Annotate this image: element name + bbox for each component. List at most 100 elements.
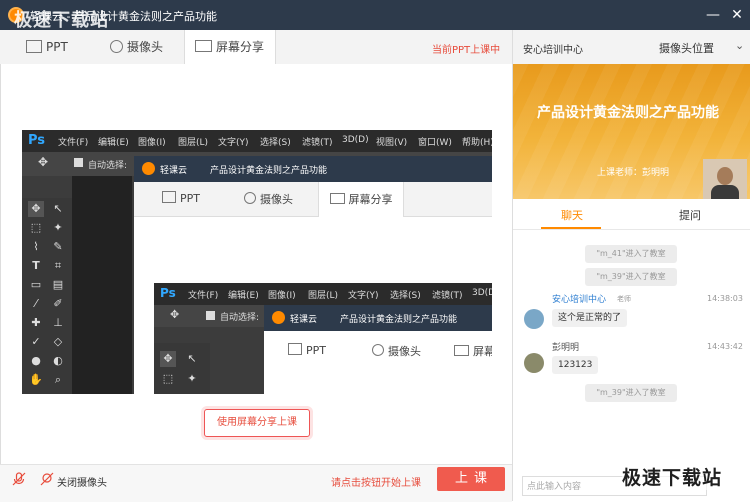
avatar: [524, 309, 544, 329]
lasso-icon: ⌇: [33, 240, 39, 253]
ps-menu: 滤镜(T): [432, 291, 463, 301]
ps-menu: 窗口(W): [418, 138, 452, 148]
auto-select-checkbox: [74, 158, 83, 167]
start-hint: 请点击按钮开始上课: [331, 478, 421, 489]
stamp-icon: ⊥: [53, 316, 63, 329]
close-camera-label[interactable]: 关闭摄像头: [57, 474, 107, 489]
ps-menu: 帮助(H): [462, 138, 492, 148]
monitor-icon: [454, 345, 469, 356]
pen-icon: ✎: [53, 240, 63, 253]
inner-app-name: 轻课云: [290, 315, 318, 325]
org-name: 安心培训中心: [523, 45, 583, 56]
monitor-icon: [329, 193, 345, 204]
hand-icon: ✋: [29, 373, 43, 386]
inner-app-logo-icon: [272, 311, 285, 324]
body-shape: [711, 185, 739, 199]
chevron-down-icon[interactable]: ⌄: [735, 39, 744, 52]
panel-divider: [512, 30, 513, 501]
ps-logo: Ps: [28, 133, 46, 148]
select-arrow-icon: ↖: [53, 202, 63, 215]
ppt-icon: [288, 343, 302, 355]
video-teacher: 上课老师：彭明明: [597, 168, 670, 178]
inner-tab-camera: 摄像头: [244, 191, 293, 207]
ppt-icon: [26, 40, 42, 53]
inner-title: 产品设计黄金法则之产品功能: [340, 315, 458, 325]
healing-icon: ✚: [31, 316, 41, 329]
teacher-camera-feed: [703, 159, 747, 199]
camera-icon: [244, 192, 256, 204]
tab-ppt[interactable]: PPT: [26, 30, 68, 64]
camera-position-label[interactable]: 摄像头位置: [659, 40, 714, 56]
minimize-icon[interactable]: —: [704, 6, 722, 24]
ps-toolbox-2: ✥ ↖ ⬚ ✦: [154, 343, 210, 394]
tab-chat[interactable]: 聊天: [561, 207, 583, 223]
ps-menu: 图层(L): [178, 138, 209, 148]
wand-icon: ✦: [53, 221, 63, 234]
inner-body-2: PPT 摄像头 屏幕分享: [264, 331, 492, 394]
chat-time: 14:43:42: [707, 342, 743, 351]
camera-off-icon[interactable]: [40, 472, 54, 486]
auto-select-checkbox: [206, 311, 215, 320]
watermark-bottom: 极速下载站: [622, 463, 723, 490]
camera-icon: [372, 344, 384, 356]
inner-tab-screen-share: 屏幕分享: [454, 343, 492, 359]
avatar: [524, 353, 544, 373]
system-message: "m_39"进入了教室: [585, 384, 677, 402]
mic-off-icon[interactable]: [12, 472, 26, 486]
inner-tab-ppt: PPT: [288, 343, 326, 357]
ps-menu: 文字(Y): [218, 138, 249, 148]
recursive-preview: Ps 文件(F) 编辑(E) 图像(I) 图层(L) 文字(Y) 选择(S) 滤…: [154, 283, 492, 394]
inner-title-bar-2: 轻课云 产品设计黄金法则之产品功能: [264, 305, 492, 331]
system-message: "m_41"进入了教室: [585, 245, 677, 263]
history-brush-icon: ✓: [31, 335, 41, 348]
ps-menu: 图层(L): [308, 291, 339, 301]
chat-sender-role: 老师: [617, 295, 631, 303]
inner-tab-camera: 摄像头: [372, 343, 421, 359]
auto-select-label: 自动选择:: [88, 161, 128, 171]
tab-questions[interactable]: 提问: [679, 207, 701, 223]
brush-icon: ✐: [53, 297, 63, 310]
inner-app-logo-icon: [142, 162, 155, 175]
ps-menu: 文件(F): [188, 291, 219, 301]
ppt-icon: [162, 191, 176, 203]
right-panel-header: 安心培训中心 摄像头位置 ⌄: [513, 30, 750, 65]
gradient-icon: ▤: [52, 278, 64, 291]
ps-menubar: Ps 文件(F) 编辑(E) 图像(I) 图层(L) 文字(Y) 选择(S) 滤…: [22, 130, 492, 152]
chat-bubble: 这个是正常的了: [552, 309, 628, 327]
ps-menu: 视图(V): [376, 138, 408, 148]
watermark-top: 极速下载站: [14, 10, 109, 31]
ps-menu: 选择(S): [260, 138, 291, 148]
select-arrow-icon: ↖: [187, 352, 197, 365]
ps-menu: 文字(Y): [348, 291, 379, 301]
system-message: "m_39"进入了教室: [585, 268, 677, 286]
move-tool-icon: ✥: [170, 308, 180, 321]
close-icon[interactable]: ✕: [728, 6, 746, 24]
chat-sender-name: 彭明明: [552, 343, 580, 353]
marquee-icon: ⬚: [30, 221, 42, 234]
ps-menu: 文件(F): [58, 138, 89, 148]
tab-screen-share[interactable]: 屏幕分享: [184, 30, 276, 65]
auto-select-label: 自动选择:: [220, 313, 260, 323]
move-tool-icon: ✥: [160, 351, 176, 367]
crop-icon: ⌗: [54, 259, 62, 272]
shape-icon: ▭: [30, 278, 42, 291]
use-screen-share-button[interactable]: 使用屏幕分享上课: [204, 409, 310, 437]
move-tool-icon: ✥: [28, 201, 44, 217]
chat-time: 14:38:03: [707, 294, 743, 303]
dodge-icon: ◐: [53, 354, 63, 367]
video-preview: 产品设计黄金法则之产品功能 上课老师：彭明明: [513, 64, 750, 199]
chat-bubble: 123123: [552, 356, 599, 374]
active-tab-indicator: [541, 227, 601, 229]
face-icon: [717, 167, 733, 185]
inner-tab-ppt: PPT: [162, 191, 200, 205]
video-title: 产品设计黄金法则之产品功能: [537, 105, 719, 121]
inner-tab-bar: PPT 摄像头 屏幕分享: [134, 182, 492, 217]
monitor-icon: [195, 40, 212, 52]
ps-toolbox: ✥ ↖ ⬚ ✦ ⌇ ✎ T ⌗ ▭ ▤ ⁄ ✐ ✚ ⊥ ✓ ◇ ● ◐ ✋ ⌕: [22, 198, 72, 394]
ps-menu: 编辑(E): [228, 291, 259, 301]
ps-menu: 选择(S): [390, 291, 421, 301]
zoom-icon: ⌕: [54, 373, 62, 386]
start-class-button[interactable]: 上课: [437, 467, 505, 491]
inner-tab-screen-share: 屏幕分享: [318, 182, 404, 217]
tab-camera[interactable]: 摄像头: [110, 30, 163, 64]
